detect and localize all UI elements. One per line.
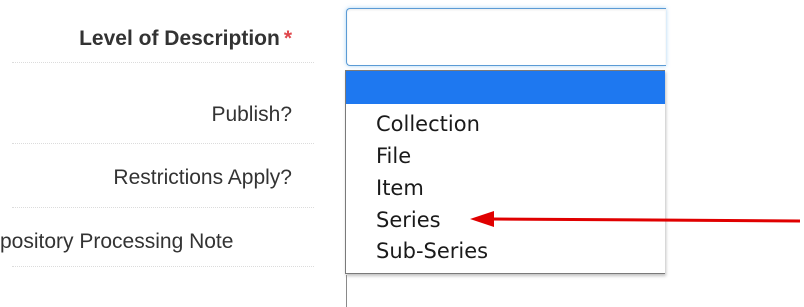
dropdown-option-blank[interactable]: [346, 71, 665, 104]
repository-processing-note-label: pository Processing Note: [0, 230, 292, 254]
processing-note-text: pository Processing Note: [0, 230, 234, 253]
divider: [12, 207, 314, 208]
required-star: *: [283, 27, 292, 50]
divider: [12, 143, 314, 144]
dropdown-option-item[interactable]: Item: [346, 173, 665, 204]
next-field-input-edge[interactable]: [346, 275, 667, 307]
dropdown-option-file[interactable]: File: [346, 141, 665, 172]
form-canvas: Level of Description * Publish? Restricti…: [0, 0, 804, 307]
divider: [12, 62, 314, 63]
dropdown-option-series[interactable]: Series: [346, 205, 665, 236]
level-label-text: Level of Description: [79, 27, 280, 50]
restrictions-apply-label: Restrictions Apply?: [113, 166, 292, 189]
dropdown-option-collection[interactable]: Collection: [346, 109, 665, 140]
publish-label: Publish?: [211, 103, 292, 126]
level-of-description-select[interactable]: [346, 8, 666, 66]
level-of-description-dropdown[interactable]: Collection File Item Series Sub-Series: [345, 70, 665, 274]
divider: [12, 266, 314, 267]
level-of-description-label: Level of Description *: [79, 27, 292, 51]
dropdown-option-sub-series[interactable]: Sub-Series: [346, 236, 665, 267]
